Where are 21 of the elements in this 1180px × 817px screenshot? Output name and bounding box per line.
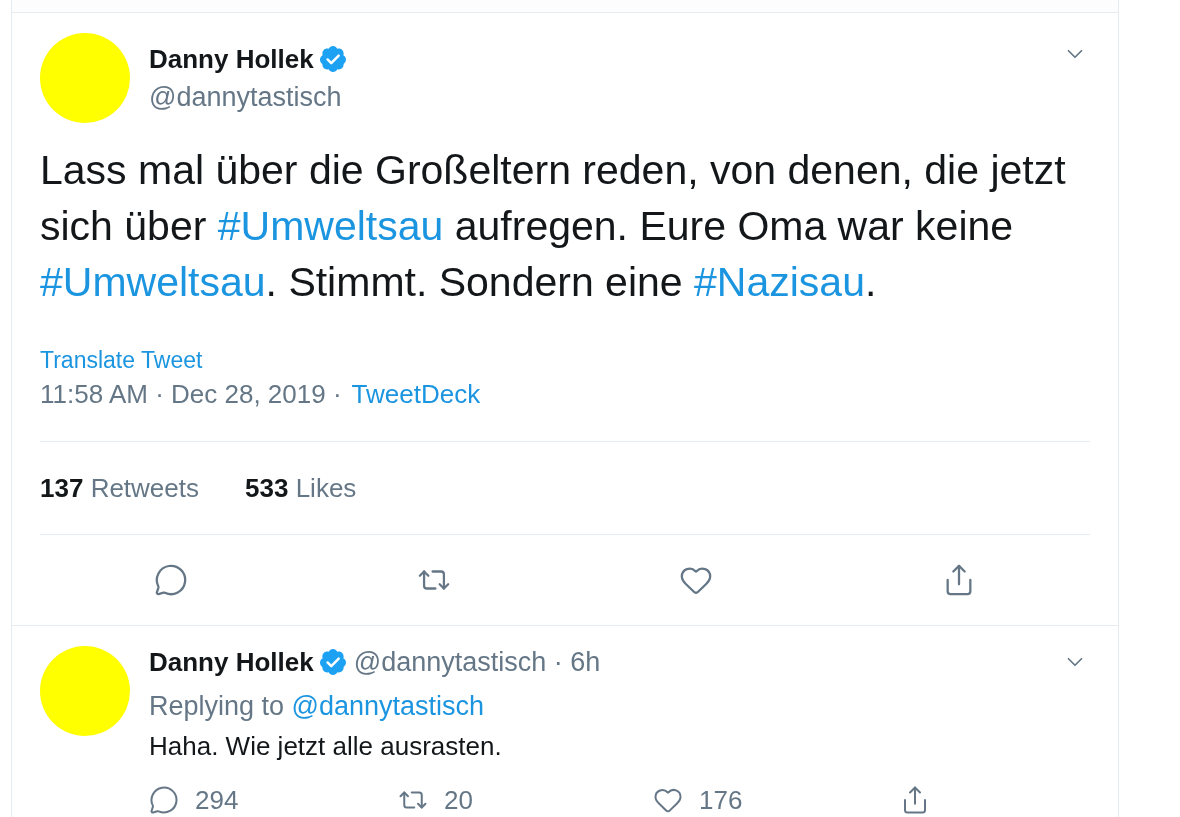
- source-link[interactable]: TweetDeck: [351, 378, 481, 410]
- author-name[interactable]: Danny Hollek: [149, 646, 314, 678]
- author-handle-time: @dannytastisch · 6h: [353, 646, 601, 678]
- hashtag-link[interactable]: #Nazisau: [694, 259, 865, 305]
- author-handle[interactable]: @dannytastisch: [149, 81, 342, 113]
- mention-link[interactable]: @dannytastisch: [291, 691, 485, 721]
- speech-bubble-icon[interactable]: [154, 563, 189, 597]
- hashtag-link[interactable]: #Umweltsau: [217, 203, 444, 249]
- tweet-text: Lass mal über die Großeltern reden, von denen, die jetzt sich über #Umweltsau aufregen. Eure Oma war keine #Umweltsau. Stimmt. Sondern eine #Nazisau.: [40, 146, 1067, 307]
- hashtag-link[interactable]: #Umweltsau: [40, 259, 266, 305]
- timestamp: 11:58 AM · Dec 28, 2019 ·: [40, 378, 342, 410]
- author-name[interactable]: Danny Hollek: [149, 42, 314, 76]
- reply-text: Haha. Wie jetzt alle ausrasten.: [149, 730, 503, 762]
- replying-to-text: Replying to @dannytastisch: [149, 691, 485, 721]
- like-button[interactable]: 176: [653, 784, 743, 816]
- stat-link[interactable]: 533 Likes: [245, 472, 357, 504]
- stat-link[interactable]: 137 Retweets: [40, 472, 199, 504]
- retweet-button[interactable]: 20: [398, 784, 473, 816]
- translate-link[interactable]: Translate Tweet: [40, 346, 203, 374]
- reply-button[interactable]: 294: [149, 784, 239, 816]
- speech-bubble-icon: [149, 785, 179, 815]
